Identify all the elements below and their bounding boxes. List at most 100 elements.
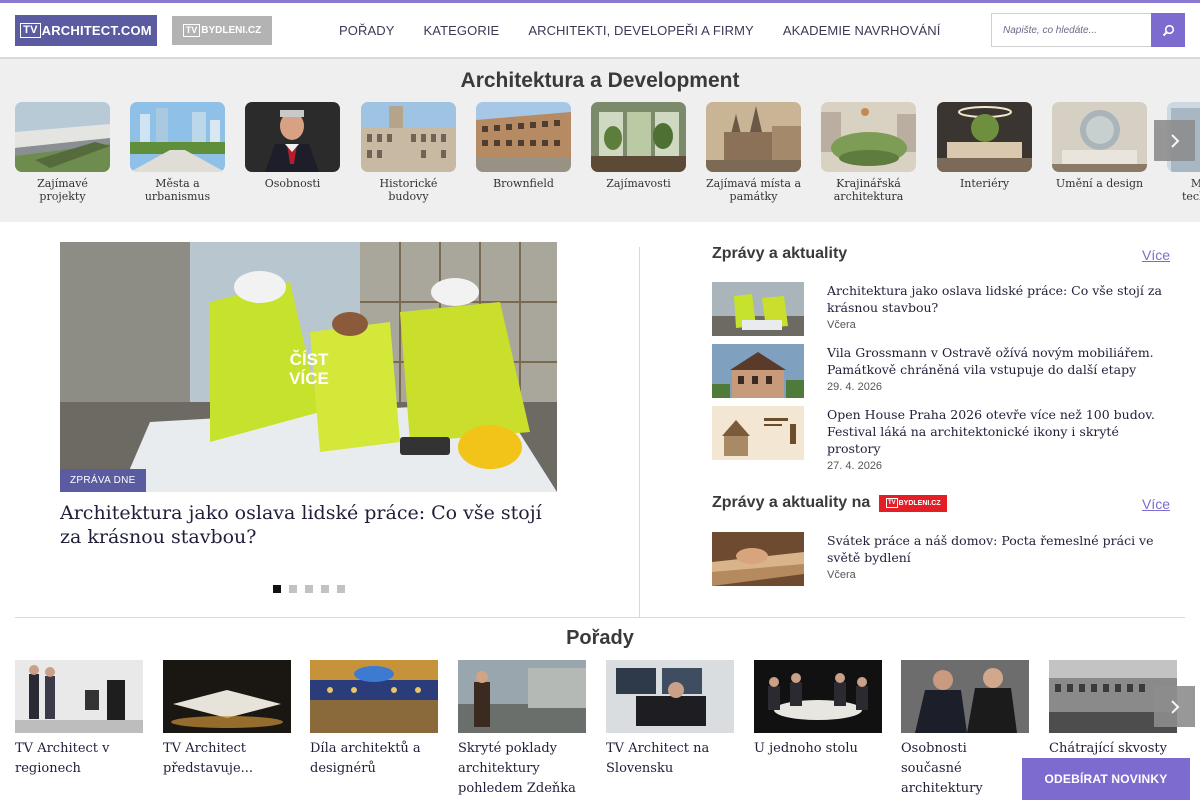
carousel-dot[interactable] xyxy=(337,585,345,593)
show-thumbnail xyxy=(901,660,1029,733)
show-title: TV Architect na Slovensku xyxy=(606,741,710,776)
tvarchitect-logo[interactable]: TV ARCHITECT.COM xyxy=(15,15,157,46)
category-thumbnail xyxy=(130,102,225,172)
logo-tv-mark: TV xyxy=(20,23,41,38)
category-label: Zajímavé projekty xyxy=(37,177,88,203)
category-next-button[interactable] xyxy=(1154,120,1195,161)
logo-text: BYDLENI.CZ xyxy=(898,499,941,507)
category-thumbnail xyxy=(591,102,686,172)
carousel-dot[interactable] xyxy=(305,585,313,593)
show-thumbnail xyxy=(458,660,586,733)
show-item[interactable]: TV Architect představuje... xyxy=(163,660,291,779)
category-label: Města a urbanismus xyxy=(144,177,211,203)
partner-news-title-text: Zprávy a aktuality na xyxy=(712,494,871,511)
carousel-dot[interactable] xyxy=(321,585,329,593)
category-item-zajimave-projekty[interactable]: Zajímavé projekty xyxy=(15,102,110,203)
search-box xyxy=(991,13,1185,47)
tvbydleni-logo[interactable]: TV BYDLENI.CZ xyxy=(172,16,272,45)
category-thumbnail xyxy=(245,102,340,172)
category-thumbnail xyxy=(476,102,571,172)
tvbydleni-partner-logo[interactable]: TV BYDLENI.CZ xyxy=(879,494,948,512)
news-title[interactable]: Vila Grossmann v Ostravě ožívá novým mob… xyxy=(827,344,1172,378)
category-thumbnail xyxy=(361,102,456,172)
show-item[interactable]: TV Architect na Slovensku xyxy=(606,660,734,779)
category-item-mesta[interactable]: Města a urbanismus xyxy=(130,102,225,203)
category-label: Moderní technologie xyxy=(1181,177,1200,203)
section-divider xyxy=(15,617,1185,618)
nav-porady[interactable]: POŘADY xyxy=(339,23,395,38)
shows-section-title: Pořady xyxy=(566,627,634,649)
story-of-day-badge: ZPRÁVA DNE xyxy=(60,469,146,492)
category-item-zajimavosti[interactable]: Zajímavosti xyxy=(591,102,686,190)
show-thumbnail xyxy=(310,660,438,733)
category-item-brownfield[interactable]: Brownfield xyxy=(476,102,571,190)
chevron-right-icon xyxy=(1170,133,1179,148)
category-item-umeni-design[interactable]: Umění a design xyxy=(1052,102,1147,190)
show-thumbnail xyxy=(163,660,291,733)
news-thumbnail xyxy=(712,406,804,460)
site-header: TV ARCHITECT.COM TV BYDLENI.CZ POŘADY KATE… xyxy=(0,3,1200,59)
category-label: Historické budovy xyxy=(379,177,438,203)
show-title: Díla architektů a designérů xyxy=(310,741,421,776)
news-thumbnail xyxy=(712,532,804,586)
news-date: 29. 4. 2026 xyxy=(827,381,883,393)
category-label: Osobnosti xyxy=(264,177,321,190)
show-thumbnail xyxy=(606,660,734,733)
news-thumbnail xyxy=(712,344,804,398)
search-icon xyxy=(1162,24,1174,36)
category-item-zajimava-mista[interactable]: Zajímavá místa a památky xyxy=(706,102,801,203)
news-date: Včera xyxy=(827,319,856,331)
shows-next-button[interactable] xyxy=(1154,686,1195,727)
column-divider xyxy=(639,247,640,617)
show-item[interactable]: Osobnosti současné architektury xyxy=(901,660,1029,799)
news-section-title: Zprávy a aktuality xyxy=(712,245,847,263)
category-item-interiery[interactable]: Interiéry xyxy=(937,102,1032,190)
partner-news-section-title: Zprávy a aktuality na TV BYDLENI.CZ xyxy=(712,494,948,512)
category-carousel: Zajímavé projekty Města a urbanismus Oso… xyxy=(15,102,1200,212)
news-section-title-text: Zprávy a aktuality xyxy=(712,245,848,262)
category-label: Interiéry xyxy=(959,177,1010,190)
show-item[interactable]: Díla architektů a designérů xyxy=(310,660,438,779)
show-thumbnail xyxy=(15,660,143,733)
show-title: TV Architect v regionech xyxy=(15,741,110,776)
carousel-dot[interactable] xyxy=(289,585,297,593)
subscribe-button[interactable]: ODEBÍRAT NOVINKY xyxy=(1022,758,1190,800)
read-more-overlay[interactable]: ČÍST VÍCE xyxy=(288,350,330,388)
news-more-link[interactable]: Více xyxy=(1142,247,1170,263)
category-section-title: Architektura a Development xyxy=(460,69,740,92)
show-title: Osobnosti současné architektury xyxy=(901,741,983,796)
logo-tv-mark: TV xyxy=(885,498,898,508)
show-item[interactable]: TV Architect v regionech xyxy=(15,660,143,779)
category-item-osobnosti[interactable]: Osobnosti xyxy=(245,102,340,190)
category-label: Brownfield xyxy=(493,177,554,190)
news-title[interactable]: Architektura jako oslava lidské práce: C… xyxy=(827,282,1172,316)
category-band: Architektura a Development Zajímavé proj… xyxy=(0,59,1200,222)
category-label: Umění a design xyxy=(1055,177,1144,190)
partner-news-more-link[interactable]: Více xyxy=(1142,496,1170,512)
carousel-dot[interactable] xyxy=(273,585,281,593)
nav-akademie[interactable]: AKADEMIE NAVRHOVÁNÍ xyxy=(783,23,941,38)
news-date: 27. 4. 2026 xyxy=(827,460,883,472)
chevron-right-icon xyxy=(1170,699,1179,714)
show-item[interactable]: Skryté poklady architektury pohledem Zde… xyxy=(458,660,586,799)
search-input[interactable] xyxy=(992,14,1152,46)
logo-text: BYDLENI.CZ xyxy=(201,25,262,36)
show-title: U jednoho stolu xyxy=(754,741,858,756)
category-label: Zajímavá místa a památky xyxy=(706,177,802,203)
news-title[interactable]: Svátek práce a náš domov: Pocta řemeslné… xyxy=(827,532,1172,566)
logo-text: ARCHITECT.COM xyxy=(41,23,152,38)
nav-architekti[interactable]: ARCHITEKTI, DEVELOPEŘI A FIRMY xyxy=(528,23,754,38)
nav-kategorie[interactable]: KATEGORIE xyxy=(424,23,500,38)
category-item-historicke-budovy[interactable]: Historické budovy xyxy=(361,102,456,203)
search-button[interactable] xyxy=(1151,13,1185,47)
show-item[interactable]: U jednoho stolu xyxy=(754,660,882,759)
category-item-krajinarska[interactable]: Krajinářská architektura xyxy=(821,102,916,203)
hero-image[interactable]: ČÍST VÍCE xyxy=(60,242,557,492)
news-thumbnail xyxy=(712,282,804,336)
hero-headline[interactable]: Architektura jako oslava lidské práce: C… xyxy=(60,501,560,549)
show-thumbnail xyxy=(754,660,882,733)
main-nav: POŘADY KATEGORIE ARCHITEKTI, DEVELOPEŘI … xyxy=(339,23,970,38)
logo-tv-mark: TV xyxy=(182,24,201,37)
category-label: Zajímavosti xyxy=(606,177,671,190)
news-title[interactable]: Open House Praha 2026 otevře více než 10… xyxy=(827,406,1172,457)
